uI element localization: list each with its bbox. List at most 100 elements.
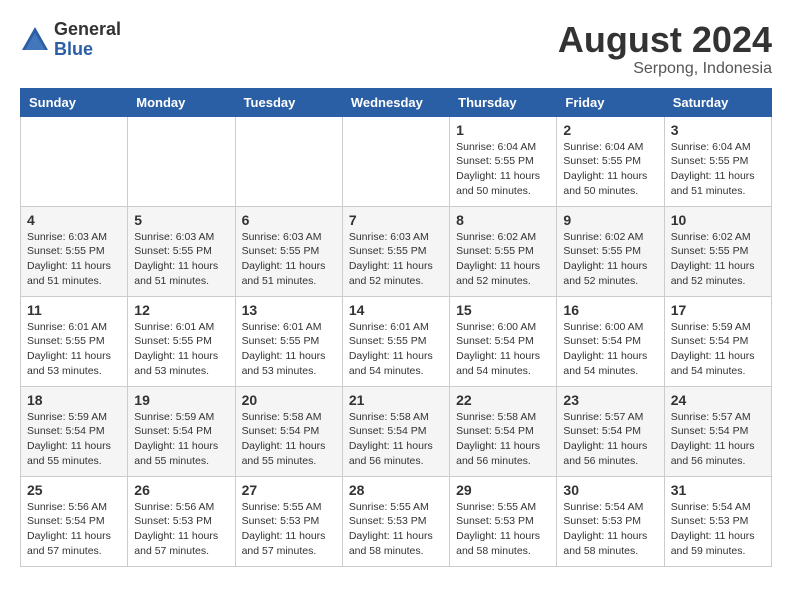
calendar-cell: 1 Sunrise: 6:04 AM Sunset: 5:55 PM Daylig… (450, 116, 557, 206)
calendar-cell: 20Sunrise: 5:58 AM Sunset: 5:54 PM Dayli… (235, 386, 342, 476)
calendar-cell: 25Sunrise: 5:56 AM Sunset: 5:54 PM Dayli… (21, 476, 128, 566)
calendar-cell: 12 Sunrise: 6:01 AM Sunset: 5:55 PM Dayli… (128, 296, 235, 386)
calendar-cell: 28 Sunrise: 5:55 AM Sunset: 5:53 PM Dayli… (342, 476, 449, 566)
day-number: 13 (242, 302, 336, 318)
calendar-cell: 16 Sunrise: 6:00 AM Sunset: 5:54 PM Dayli… (557, 296, 664, 386)
day-info: Sunrise: 6:04 AM Sunset: 5:55 PM Dayligh… (456, 140, 550, 199)
day-number: 23 (563, 392, 657, 408)
calendar-week-row: 11 Sunrise: 6:01 AM Sunset: 5:55 PM Dayli… (21, 296, 772, 386)
day-number: 30 (563, 482, 657, 498)
calendar-cell: 14 Sunrise: 6:01 AM Sunset: 5:55 PM Dayli… (342, 296, 449, 386)
calendar-cell: 23Sunrise: 5:57 AM Sunset: 5:54 PM Dayli… (557, 386, 664, 476)
day-info: Sunrise: 6:04 AM Sunset: 5:55 PM Dayligh… (563, 140, 657, 199)
calendar-cell: 11 Sunrise: 6:01 AM Sunset: 5:55 PM Dayli… (21, 296, 128, 386)
day-number: 24 (671, 392, 765, 408)
day-number: 29 (456, 482, 550, 498)
day-info: Sunrise: 6:01 AM Sunset: 5:55 PM Dayligh… (242, 320, 336, 379)
logo: General Blue (20, 20, 121, 60)
day-number: 3 (671, 122, 765, 138)
day-number: 10 (671, 212, 765, 228)
day-info: Sunrise: 5:55 AM Sunset: 5:53 PM Dayligh… (349, 500, 443, 559)
day-info: Sunrise: 6:04 AM Sunset: 5:55 PM Dayligh… (671, 140, 765, 199)
day-info: Sunrise: 6:03 AM Sunset: 5:55 PM Dayligh… (242, 230, 336, 289)
day-number: 5 (134, 212, 228, 228)
month-year-title: August 2024 (558, 20, 772, 60)
day-info: Sunrise: 5:59 AM Sunset: 5:54 PM Dayligh… (134, 410, 228, 469)
calendar-cell: 9Sunrise: 6:02 AM Sunset: 5:55 PM Daylig… (557, 206, 664, 296)
weekday-header-thursday: Thursday (450, 88, 557, 116)
calendar-cell: 21 Sunrise: 5:58 AM Sunset: 5:54 PM Dayli… (342, 386, 449, 476)
calendar-cell: 30 Sunrise: 5:54 AM Sunset: 5:53 PM Dayli… (557, 476, 664, 566)
day-number: 9 (563, 212, 657, 228)
day-number: 16 (563, 302, 657, 318)
day-number: 2 (563, 122, 657, 138)
day-info: Sunrise: 5:59 AM Sunset: 5:54 PM Dayligh… (671, 320, 765, 379)
day-info: Sunrise: 5:56 AM Sunset: 5:53 PM Dayligh… (134, 500, 228, 559)
day-number: 20 (242, 392, 336, 408)
calendar-cell: 13 Sunrise: 6:01 AM Sunset: 5:55 PM Dayli… (235, 296, 342, 386)
day-info: Sunrise: 6:03 AM Sunset: 5:55 PM Dayligh… (134, 230, 228, 289)
day-info: Sunrise: 6:01 AM Sunset: 5:55 PM Dayligh… (349, 320, 443, 379)
day-info: Sunrise: 5:55 AM Sunset: 5:53 PM Dayligh… (242, 500, 336, 559)
day-number: 1 (456, 122, 550, 138)
day-info: Sunrise: 5:55 AM Sunset: 5:53 PM Dayligh… (456, 500, 550, 559)
logo-blue: Blue (54, 40, 121, 60)
day-number: 7 (349, 212, 443, 228)
day-info: Sunrise: 6:00 AM Sunset: 5:54 PM Dayligh… (563, 320, 657, 379)
day-info: Sunrise: 6:01 AM Sunset: 5:55 PM Dayligh… (27, 320, 121, 379)
weekday-header-saturday: Saturday (664, 88, 771, 116)
day-number: 21 (349, 392, 443, 408)
day-info: Sunrise: 6:00 AM Sunset: 5:54 PM Dayligh… (456, 320, 550, 379)
day-number: 11 (27, 302, 121, 318)
calendar-week-row: 1 Sunrise: 6:04 AM Sunset: 5:55 PM Daylig… (21, 116, 772, 206)
calendar-cell: 31Sunrise: 5:54 AM Sunset: 5:53 PM Dayli… (664, 476, 771, 566)
calendar-cell: 15 Sunrise: 6:00 AM Sunset: 5:54 PM Dayli… (450, 296, 557, 386)
day-info: Sunrise: 5:54 AM Sunset: 5:53 PM Dayligh… (563, 500, 657, 559)
day-info: Sunrise: 5:58 AM Sunset: 5:54 PM Dayligh… (456, 410, 550, 469)
calendar-cell: 22 Sunrise: 5:58 AM Sunset: 5:54 PM Dayli… (450, 386, 557, 476)
day-info: Sunrise: 5:56 AM Sunset: 5:54 PM Dayligh… (27, 500, 121, 559)
day-number: 27 (242, 482, 336, 498)
calendar-cell: 27 Sunrise: 5:55 AM Sunset: 5:53 PM Dayli… (235, 476, 342, 566)
logo-icon (20, 25, 50, 55)
day-number: 14 (349, 302, 443, 318)
calendar-cell: 24Sunrise: 5:57 AM Sunset: 5:54 PM Dayli… (664, 386, 771, 476)
calendar-cell: 17 Sunrise: 5:59 AM Sunset: 5:54 PM Dayli… (664, 296, 771, 386)
title-block: August 2024 Serpong, Indonesia (558, 20, 772, 78)
logo-general: General (54, 20, 121, 40)
day-number: 19 (134, 392, 228, 408)
day-number: 28 (349, 482, 443, 498)
calendar-cell (128, 116, 235, 206)
day-info: Sunrise: 5:59 AM Sunset: 5:54 PM Dayligh… (27, 410, 121, 469)
day-info: Sunrise: 6:03 AM Sunset: 5:55 PM Dayligh… (349, 230, 443, 289)
location-subtitle: Serpong, Indonesia (558, 60, 772, 78)
calendar-cell: 4 Sunrise: 6:03 AM Sunset: 5:55 PM Daylig… (21, 206, 128, 296)
day-info: Sunrise: 5:54 AM Sunset: 5:53 PM Dayligh… (671, 500, 765, 559)
calendar-cell (235, 116, 342, 206)
day-number: 4 (27, 212, 121, 228)
page-header: General Blue August 2024 Serpong, Indone… (20, 20, 772, 78)
day-info: Sunrise: 6:02 AM Sunset: 5:55 PM Dayligh… (671, 230, 765, 289)
calendar-week-row: 4 Sunrise: 6:03 AM Sunset: 5:55 PM Daylig… (21, 206, 772, 296)
day-number: 12 (134, 302, 228, 318)
calendar-cell: 29 Sunrise: 5:55 AM Sunset: 5:53 PM Dayli… (450, 476, 557, 566)
calendar-table: SundayMondayTuesdayWednesdayThursdayFrid… (20, 88, 772, 567)
calendar-cell: 5 Sunrise: 6:03 AM Sunset: 5:55 PM Daylig… (128, 206, 235, 296)
weekday-header-wednesday: Wednesday (342, 88, 449, 116)
calendar-cell: 18Sunrise: 5:59 AM Sunset: 5:54 PM Dayli… (21, 386, 128, 476)
calendar-cell: 19 Sunrise: 5:59 AM Sunset: 5:54 PM Dayli… (128, 386, 235, 476)
day-number: 6 (242, 212, 336, 228)
day-number: 26 (134, 482, 228, 498)
day-info: Sunrise: 6:03 AM Sunset: 5:55 PM Dayligh… (27, 230, 121, 289)
day-number: 22 (456, 392, 550, 408)
weekday-header-friday: Friday (557, 88, 664, 116)
day-number: 17 (671, 302, 765, 318)
weekday-header-monday: Monday (128, 88, 235, 116)
calendar-cell: 2 Sunrise: 6:04 AM Sunset: 5:55 PM Daylig… (557, 116, 664, 206)
day-info: Sunrise: 5:58 AM Sunset: 5:54 PM Dayligh… (349, 410, 443, 469)
logo-text: General Blue (54, 20, 121, 60)
day-number: 15 (456, 302, 550, 318)
calendar-week-row: 18Sunrise: 5:59 AM Sunset: 5:54 PM Dayli… (21, 386, 772, 476)
day-info: Sunrise: 6:01 AM Sunset: 5:55 PM Dayligh… (134, 320, 228, 379)
calendar-cell (342, 116, 449, 206)
